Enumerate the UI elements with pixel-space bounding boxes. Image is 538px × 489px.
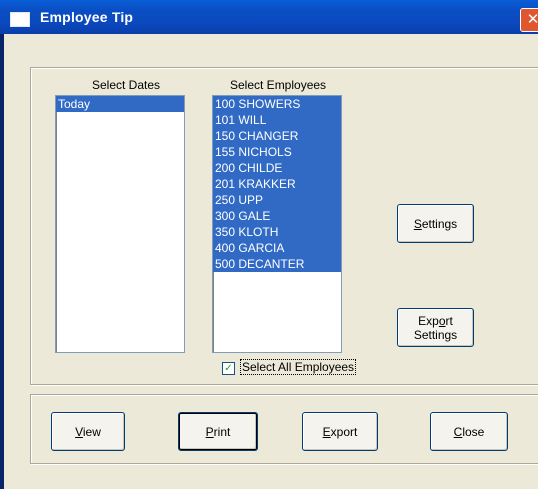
- employee-tip-window: Employee Tip ✕ Select Dates Today Select…: [0, 0, 538, 489]
- select-dates-label: Select Dates: [92, 78, 161, 92]
- employee-name: GARCIA: [238, 241, 285, 255]
- export-settings-label-pre: Exp: [418, 313, 439, 328]
- settings-button[interactable]: Settings: [397, 204, 474, 243]
- select-all-checkbox[interactable]: ✓: [222, 362, 235, 375]
- employee-name: KRAKKER: [238, 177, 296, 191]
- export-settings-button[interactable]: Export Settings: [397, 308, 474, 347]
- export-settings-label-line2: Settings: [413, 327, 458, 342]
- employee-code: 350: [215, 225, 236, 239]
- employee-list-item[interactable]: 250 UPP: [213, 192, 341, 208]
- employee-list-item[interactable]: 200 CHILDE: [213, 160, 341, 176]
- export-mnemonic: E: [322, 424, 331, 439]
- title-bar[interactable]: Employee Tip ✕: [0, 0, 538, 34]
- view-label: iew: [82, 424, 101, 439]
- employee-code: 101: [215, 113, 236, 127]
- close-icon[interactable]: ✕: [520, 8, 538, 32]
- employee-name: CHANGER: [238, 129, 299, 143]
- employee-list-item[interactable]: 350 KLOTH: [213, 224, 341, 240]
- export-settings-label-post: rt: [445, 313, 453, 328]
- close-button[interactable]: Close: [430, 412, 508, 451]
- settings-label: ettings: [421, 216, 458, 231]
- date-list-item[interactable]: Today: [56, 96, 184, 112]
- employee-list-item[interactable]: 150 CHANGER: [213, 128, 341, 144]
- close-label: lose: [462, 424, 485, 439]
- employee-name: DECANTER: [238, 257, 305, 271]
- settings-mnemonic: S: [413, 216, 422, 231]
- employee-code: 300: [215, 209, 236, 223]
- employee-list-item[interactable]: 101 WILL: [213, 112, 341, 128]
- employees-listbox[interactable]: 100 SHOWERS 101 WILL 150 CHANGER 155 NICHOL…: [212, 95, 342, 353]
- employee-name: GALE: [238, 209, 271, 223]
- employee-list-item[interactable]: 300 GALE: [213, 208, 341, 224]
- window-title: Employee Tip: [40, 9, 134, 25]
- employee-code: 200: [215, 161, 236, 175]
- employee-code: 400: [215, 241, 236, 255]
- checkmark-icon: ✓: [224, 363, 233, 374]
- print-button[interactable]: Print: [178, 412, 258, 451]
- employee-list-item[interactable]: 155 NICHOLS: [213, 144, 341, 160]
- employee-code: 250: [215, 193, 236, 207]
- employee-list-item[interactable]: 100 SHOWERS: [213, 96, 341, 112]
- view-mnemonic: V: [75, 424, 83, 439]
- dialog-body: Select Dates Today Select Employees 100 …: [4, 34, 538, 489]
- employee-name: UPP: [238, 193, 264, 207]
- employee-code: 100: [215, 97, 236, 111]
- select-all-label[interactable]: Select All Employees: [240, 359, 357, 375]
- employee-list-item[interactable]: 201 KRAKKER: [213, 176, 341, 192]
- employee-code: 155: [215, 145, 236, 159]
- employee-list-item[interactable]: 500 DECANTER: [213, 256, 341, 272]
- export-label: xport: [330, 424, 358, 439]
- employee-name: CHILDE: [238, 161, 283, 175]
- export-settings-mnemonic: o: [438, 313, 446, 328]
- employee-code: 500: [215, 257, 236, 271]
- print-mnemonic: P: [205, 424, 214, 439]
- employee-name: NICHOLS: [238, 145, 292, 159]
- employee-name: WILL: [238, 113, 267, 127]
- print-label: rint: [213, 424, 231, 439]
- dates-listbox[interactable]: Today: [55, 95, 185, 353]
- employee-name: SHOWERS: [238, 97, 301, 111]
- employee-name: KLOTH: [238, 225, 279, 239]
- employee-list-item[interactable]: 400 GARCIA: [213, 240, 341, 256]
- view-button[interactable]: View: [51, 412, 125, 451]
- employee-code: 201: [215, 177, 236, 191]
- employee-code: 150: [215, 129, 236, 143]
- window-icon: [10, 12, 30, 27]
- select-employees-label: Select Employees: [230, 78, 327, 92]
- export-button[interactable]: Export: [302, 412, 378, 451]
